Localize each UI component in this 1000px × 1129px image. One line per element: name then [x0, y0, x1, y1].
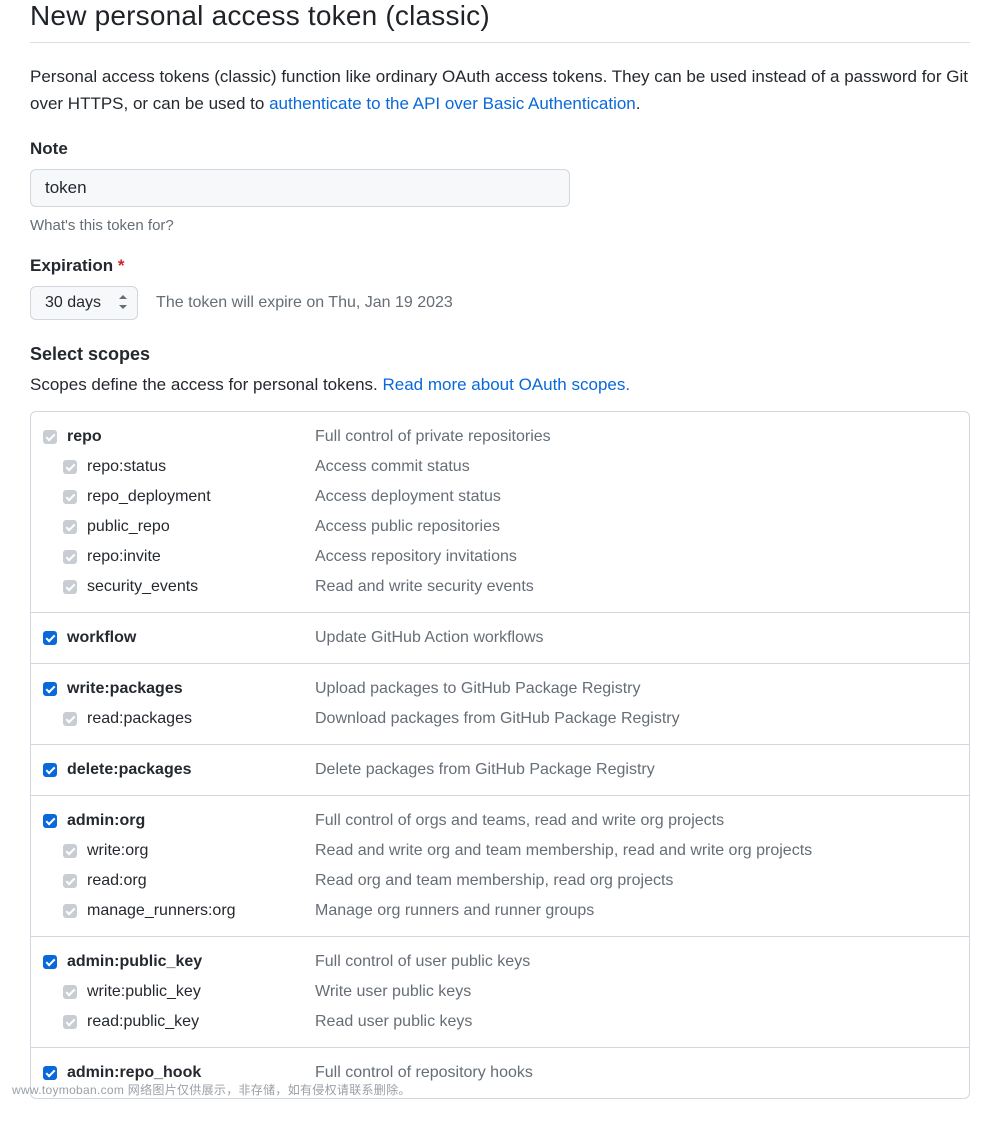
scope-description: Upload packages to GitHub Package Regist… [315, 680, 641, 698]
scope-checkbox[interactable] [43, 631, 57, 645]
scope-row: workflowUpdate GitHub Action workflows [43, 623, 957, 653]
scopes-title: Select scopes [30, 344, 970, 365]
scope-name: workflow [67, 629, 315, 647]
intro-paragraph: Personal access tokens (classic) functio… [30, 63, 970, 117]
scope-checkbox[interactable] [63, 985, 77, 999]
scope-description: Full control of user public keys [315, 953, 530, 971]
scope-name: repo_deployment [87, 488, 315, 506]
scopes-intro-link[interactable]: Read more about OAuth scopes. [382, 375, 630, 394]
scope-name: delete:packages [67, 761, 315, 779]
scope-name: write:packages [67, 680, 315, 698]
scope-description: Access public repositories [315, 518, 500, 536]
scope-row: repo:inviteAccess repository invitations [43, 542, 957, 572]
scope-name: admin:repo_hook [67, 1064, 315, 1082]
scope-checkbox[interactable] [43, 763, 57, 777]
scopes-intro: Scopes define the access for personal to… [30, 375, 970, 395]
scopes-container: repoFull control of private repositories… [30, 411, 970, 1099]
intro-link[interactable]: authenticate to the API over Basic Authe… [269, 94, 636, 113]
scope-row: write:orgRead and write org and team mem… [43, 836, 957, 866]
intro-dot: . [636, 94, 641, 113]
scope-group: delete:packagesDelete packages from GitH… [31, 745, 969, 796]
scope-name: admin:org [67, 812, 315, 830]
scope-description: Update GitHub Action workflows [315, 629, 544, 647]
scope-description: Write user public keys [315, 983, 471, 1001]
required-mark: * [118, 256, 125, 275]
scope-description: Access repository invitations [315, 548, 517, 566]
scope-name: write:org [87, 842, 315, 860]
scope-row: delete:packagesDelete packages from GitH… [43, 755, 957, 785]
watermark: www.toymoban.com 网络图片仅供展示，非存储，如有侵权请联系删除。 [12, 1081, 411, 1098]
note-hint: What's this token for? [30, 217, 970, 234]
scope-description: Read and write security events [315, 578, 534, 596]
scope-row: public_repoAccess public repositories [43, 512, 957, 542]
scope-checkbox[interactable] [43, 430, 57, 444]
scope-row: admin:orgFull control of orgs and teams,… [43, 806, 957, 836]
scope-row: read:packagesDownload packages from GitH… [43, 704, 957, 734]
scope-checkbox[interactable] [63, 520, 77, 534]
scope-row: write:public_keyWrite user public keys [43, 977, 957, 1007]
scope-name: repo:invite [87, 548, 315, 566]
scope-name: admin:public_key [67, 953, 315, 971]
scope-row: manage_runners:orgManage org runners and… [43, 896, 957, 926]
scope-description: Read org and team membership, read org p… [315, 872, 673, 890]
scope-checkbox[interactable] [63, 874, 77, 888]
scope-description: Download packages from GitHub Package Re… [315, 710, 680, 728]
scope-group: repoFull control of private repositories… [31, 412, 969, 613]
scope-group: write:packagesUpload packages to GitHub … [31, 664, 969, 745]
scope-description: Access deployment status [315, 488, 501, 506]
scope-row: admin:public_keyFull control of user pub… [43, 947, 957, 977]
scope-checkbox[interactable] [63, 904, 77, 918]
scope-description: Manage org runners and runner groups [315, 902, 594, 920]
scope-description: Delete packages from GitHub Package Regi… [315, 761, 655, 779]
scope-checkbox[interactable] [63, 844, 77, 858]
scope-checkbox[interactable] [63, 1015, 77, 1029]
scope-checkbox[interactable] [63, 490, 77, 504]
scope-description: Full control of private repositories [315, 428, 551, 446]
scope-group: admin:public_keyFull control of user pub… [31, 937, 969, 1048]
scope-checkbox[interactable] [43, 814, 57, 828]
expiration-select[interactable]: 30 days [30, 286, 138, 320]
scope-checkbox[interactable] [43, 1066, 57, 1080]
scope-checkbox[interactable] [63, 550, 77, 564]
scope-row: repoFull control of private repositories [43, 422, 957, 452]
scope-name: public_repo [87, 518, 315, 536]
note-input[interactable] [30, 169, 570, 207]
expiration-label: Expiration * [30, 256, 970, 276]
page-title: New personal access token (classic) [30, 0, 970, 43]
scope-checkbox[interactable] [43, 682, 57, 696]
scope-row: read:orgRead org and team membership, re… [43, 866, 957, 896]
scope-description: Read user public keys [315, 1013, 472, 1031]
scope-row: repo_deploymentAccess deployment status [43, 482, 957, 512]
scope-description: Full control of orgs and teams, read and… [315, 812, 724, 830]
expiration-message: The token will expire on Thu, Jan 19 202… [156, 294, 453, 312]
scope-name: write:public_key [87, 983, 315, 1001]
scope-checkbox[interactable] [63, 712, 77, 726]
scope-group: workflowUpdate GitHub Action workflows [31, 613, 969, 664]
scope-row: read:public_keyRead user public keys [43, 1007, 957, 1037]
scope-checkbox[interactable] [43, 955, 57, 969]
scope-name: read:packages [87, 710, 315, 728]
scope-checkbox[interactable] [63, 580, 77, 594]
scope-description: Full control of repository hooks [315, 1064, 533, 1082]
scope-row: security_eventsRead and write security e… [43, 572, 957, 602]
scope-name: manage_runners:org [87, 902, 315, 920]
scope-group: admin:orgFull control of orgs and teams,… [31, 796, 969, 937]
scope-description: Access commit status [315, 458, 470, 476]
expiration-select-button[interactable]: 30 days [30, 286, 138, 320]
scope-name: repo [67, 428, 315, 446]
scope-name: repo:status [87, 458, 315, 476]
scope-name: security_events [87, 578, 315, 596]
scope-name: read:public_key [87, 1013, 315, 1031]
scope-row: write:packagesUpload packages to GitHub … [43, 674, 957, 704]
note-label: Note [30, 139, 970, 159]
scope-checkbox[interactable] [63, 460, 77, 474]
scope-name: read:org [87, 872, 315, 890]
scope-row: repo:statusAccess commit status [43, 452, 957, 482]
scope-description: Read and write org and team membership, … [315, 842, 812, 860]
